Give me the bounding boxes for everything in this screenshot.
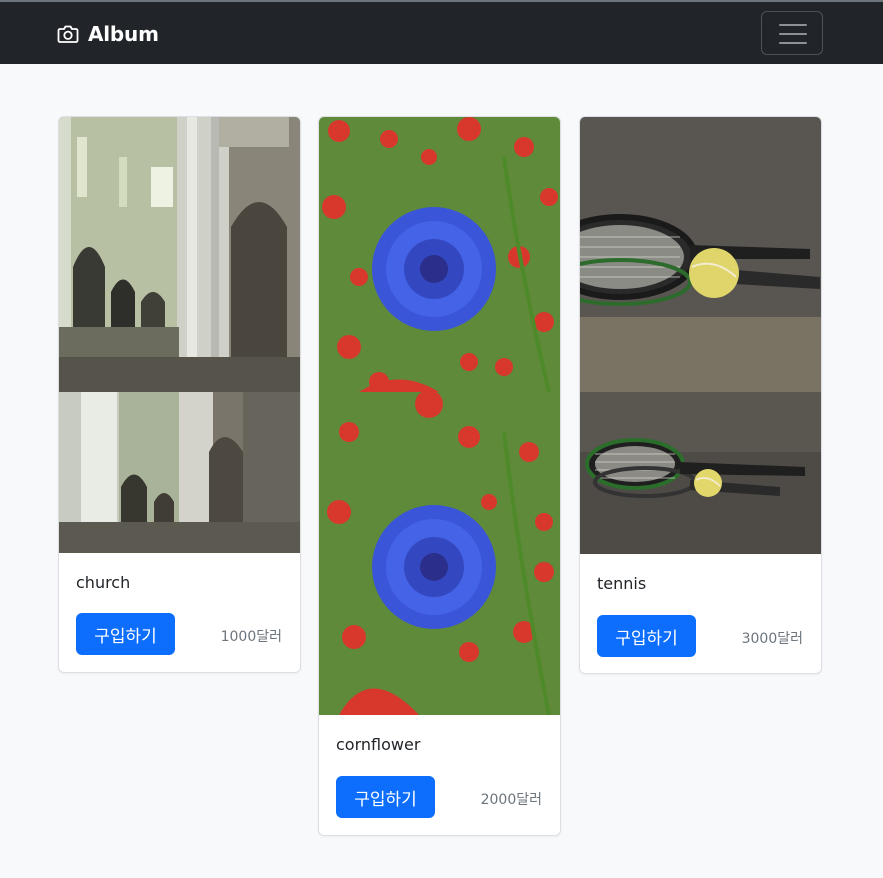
- card-title: church: [76, 573, 131, 592]
- hamburger-menu-icon: [779, 24, 807, 44]
- album-card-tennis: tennis 구입하기 3000달러: [579, 116, 822, 674]
- card-title: cornflower: [336, 735, 421, 754]
- price-label: 1000달러: [220, 629, 282, 645]
- camera-icon: [57, 24, 79, 44]
- card-image-church: [59, 117, 300, 553]
- album-card-church: church 구입하기 1000달러: [58, 116, 301, 673]
- buy-button-cornflower[interactable]: 구입하기: [336, 776, 435, 818]
- price-label: 2000달러: [480, 792, 542, 808]
- brand-text: Album: [88, 22, 159, 46]
- navbar-brand[interactable]: Album: [57, 22, 159, 46]
- buy-button-tennis[interactable]: 구입하기: [597, 615, 696, 657]
- card-title: tennis: [597, 574, 647, 593]
- navbar: Album: [0, 0, 883, 64]
- card-image-cornflower: [319, 117, 560, 715]
- album-card-cornflower: cornflower 구입하기 2000달러: [318, 116, 561, 836]
- price-label: 3000달러: [741, 631, 803, 647]
- navbar-toggler-button[interactable]: [761, 11, 823, 55]
- buy-button-church[interactable]: 구입하기: [76, 613, 175, 655]
- card-image-tennis: [580, 117, 821, 554]
